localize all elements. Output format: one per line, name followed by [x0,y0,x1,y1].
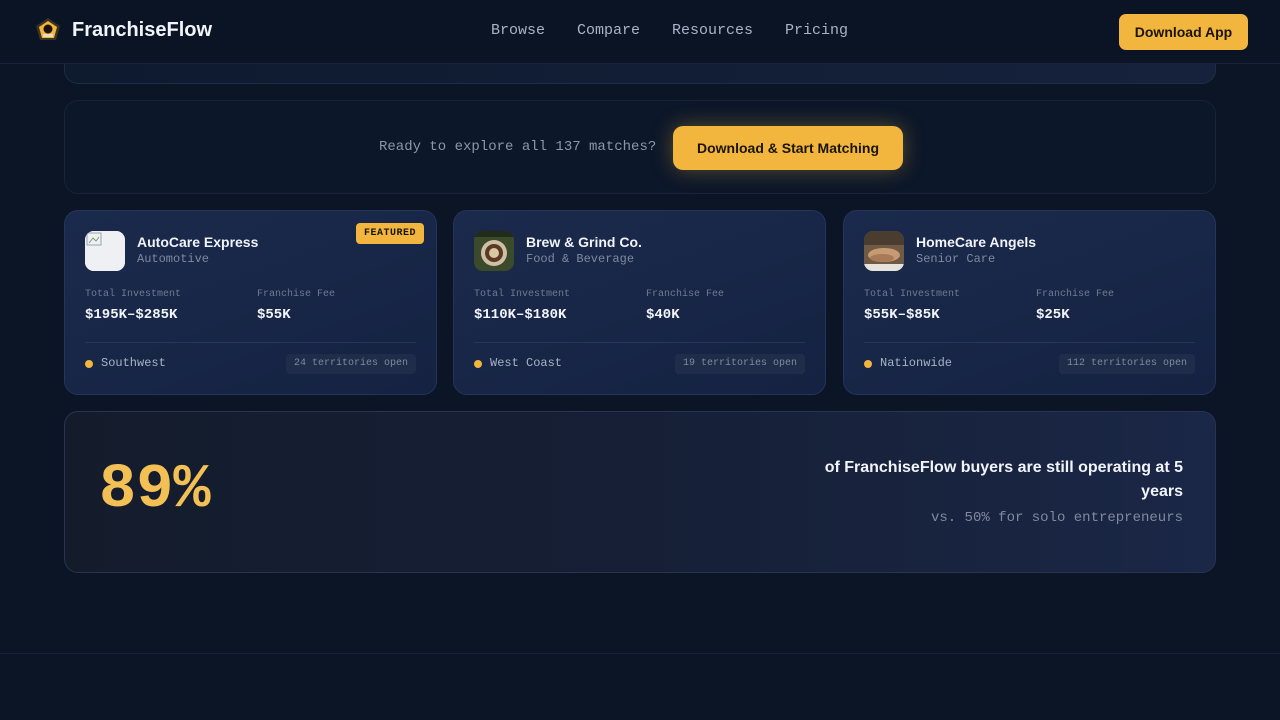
fee-label: Franchise Fee [257,289,336,300]
cta-strip: Ready to explore all 137 matches? Downlo… [64,100,1216,194]
territories-badge: 24 territories open [285,354,416,374]
location-dot-icon [864,360,872,368]
territories-badge: 112 territories open [1058,354,1195,374]
success-stat-banner: 89% of FranchiseFlow buyers are still op… [64,411,1216,573]
divider [85,342,416,343]
investment-label: Total Investment [474,289,571,300]
investment-value: $55K–$85K [864,307,940,323]
brand-name: FranchiseFlow [72,18,213,41]
nav-compare[interactable]: Compare [577,22,640,39]
card-category: Automotive [137,252,210,266]
broken-image-icon [85,231,125,271]
divider [474,342,805,343]
franchise-card-brew-grind[interactable]: Brew & Grind Co. Food & Beverage Total I… [453,210,826,395]
card-category: Food & Beverage [526,252,635,266]
stat-comparison: vs. 50% for solo entrepreneurs [930,510,1183,526]
success-rate-value: 89% [99,454,211,525]
investment-label: Total Investment [85,289,182,300]
start-matching-button[interactable]: Download & Start Matching [673,126,903,170]
franchise-card-homecare[interactable]: HomeCare Angels Senior Care Total Invest… [843,210,1216,395]
footer-divider [0,653,1280,654]
main-nav: Browse Compare Resources Pricing [491,22,880,39]
region: West Coast [490,356,563,370]
divider [864,342,1195,343]
hands-photo-icon [864,231,904,271]
location-dot-icon [474,360,482,368]
investment-label: Total Investment [864,289,961,300]
card-category: Senior Care [916,252,996,266]
brand[interactable]: FranchiseFlow [34,16,212,44]
card-title: HomeCare Angels [916,234,1037,250]
card-title: Brew & Grind Co. [526,234,642,250]
fee-value: $25K [1036,307,1070,323]
investment-value: $110K–$180K [474,307,567,323]
nav-browse[interactable]: Browse [491,22,545,39]
region: Nationwide [880,356,953,370]
fee-value: $55K [257,307,291,323]
nav-resources[interactable]: Resources [672,22,753,39]
franchise-logo-icon [36,18,60,40]
fee-label: Franchise Fee [646,289,725,300]
download-app-button[interactable]: Download App [1119,14,1248,50]
franchise-card-autocare[interactable]: AutoCare Express Automotive FEATURED Tot… [64,210,437,395]
region: Southwest [101,356,166,370]
fee-label: Franchise Fee [1036,289,1115,300]
territories-badge: 19 territories open [674,354,805,374]
fee-value: $40K [646,307,680,323]
card-title: AutoCare Express [137,234,259,250]
cta-text: Ready to explore all 137 matches? [379,139,657,155]
coffee-photo-icon [474,231,514,271]
top-nav-bar: FranchiseFlow Browse Compare Resources P… [0,0,1280,64]
featured-badge: FEATURED [355,223,424,244]
nav-pricing[interactable]: Pricing [785,22,848,39]
investment-value: $195K–$285K [85,307,178,323]
stat-headline: of FranchiseFlow buyers are still operat… [824,459,1183,500]
location-dot-icon [85,360,93,368]
